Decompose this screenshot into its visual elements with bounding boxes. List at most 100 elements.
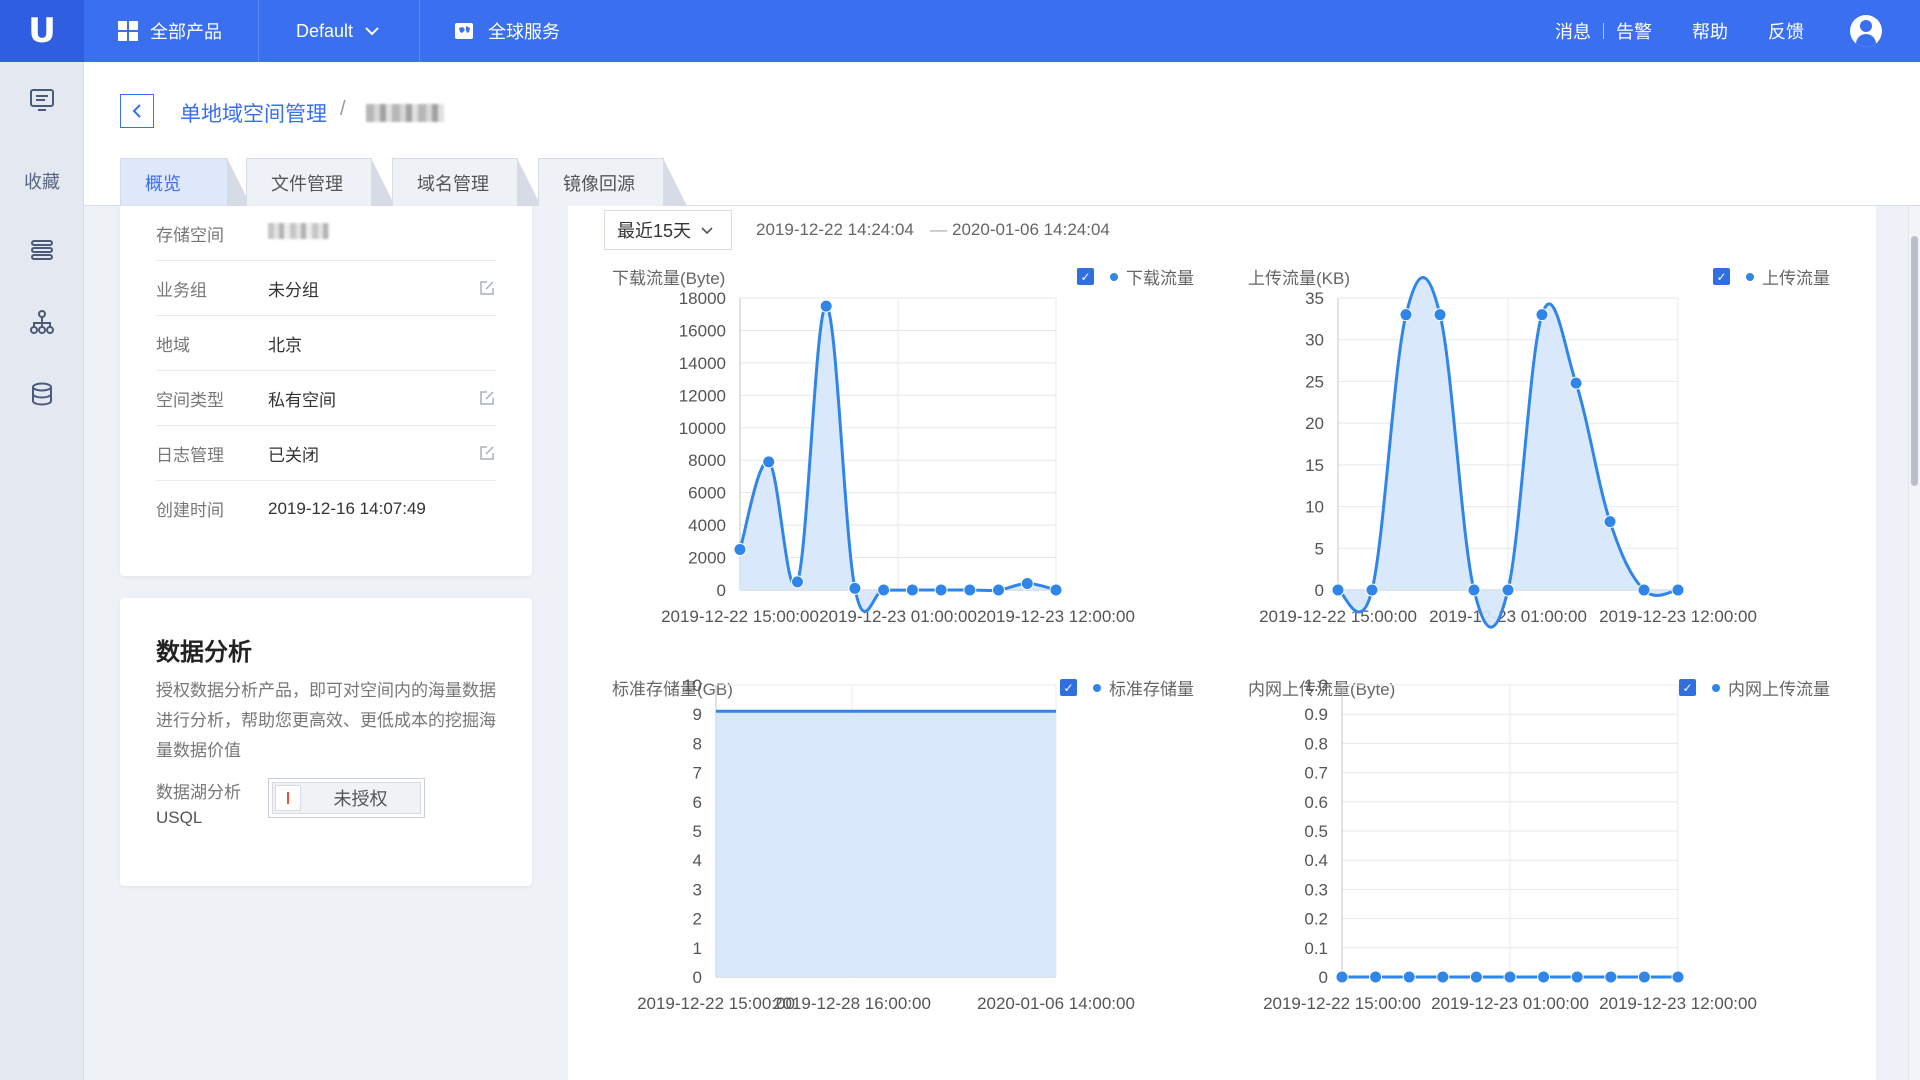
time-range-select[interactable]: 最近15天 <box>604 210 732 250</box>
toggle-text: 未授权 <box>333 789 388 809</box>
info-label: 地域 <box>156 335 190 355</box>
x-tick-label: 2019-12-23 12:00:00 <box>977 607 1135 626</box>
info-row-space-type: 空间类型 私有空间 <box>156 371 496 426</box>
space-info-card: 存储空间 业务组 未分组 地域 北京 空间类型 私有空间 日志管理 已关闭 创建… <box>120 206 532 576</box>
data-point <box>1537 970 1551 984</box>
vertical-scrollbar[interactable] <box>1908 206 1920 1080</box>
chevron-down-icon <box>365 23 379 39</box>
data-point <box>905 583 919 597</box>
top-right-nav: 消息 告警 帮助 反馈 <box>1555 0 1920 62</box>
y-tick-label: 0.4 <box>1304 851 1328 870</box>
y-tick-label: 14000 <box>679 354 726 373</box>
y-tick-label: 20 <box>1305 414 1324 433</box>
chart-svg: 0 5 10 15 20 25 30 35 2019-12-22 15:00:00 2019-12… <box>1259 276 1757 629</box>
y-tick-label: 0.2 <box>1304 910 1328 929</box>
tab-file-management[interactable]: 文件管理 <box>246 158 395 206</box>
project-selector[interactable]: Default <box>260 0 420 62</box>
scrollbar-thumb[interactable] <box>1911 236 1918 486</box>
monitor-icon[interactable] <box>28 86 56 114</box>
feedback-link[interactable]: 反馈 <box>1768 18 1804 44</box>
y-tick-label: 0.9 <box>1304 705 1328 724</box>
user-avatar-icon[interactable] <box>1850 15 1882 47</box>
breadcrumb-current-redacted <box>366 104 444 122</box>
info-row-bucket: 存储空间 <box>156 206 496 261</box>
x-tick-label: 2019-12-22 15:00:00 <box>661 607 819 626</box>
info-label: 创建时间 <box>156 501 224 520</box>
y-tick-label: 1.0 <box>1304 676 1328 695</box>
data-point <box>1369 970 1383 984</box>
hierarchy-icon[interactable] <box>28 308 56 336</box>
tab-domain-management[interactable]: 域名管理 <box>392 158 541 206</box>
y-tick-label: 8000 <box>688 451 726 470</box>
favorites-link[interactable]: 收藏 <box>0 168 84 194</box>
y-tick-label: 16000 <box>679 321 726 340</box>
series-area <box>716 711 1056 977</box>
y-tick-label: 0.7 <box>1304 764 1328 783</box>
data-point <box>1331 583 1345 597</box>
data-point <box>1399 308 1413 322</box>
info-row-log: 日志管理 已关闭 <box>156 426 496 481</box>
range-end-time: 2020-01-06 14:24:04 <box>952 220 1110 239</box>
data-point <box>1469 970 1483 984</box>
x-tick-label: 2019-12-23 01:00:00 <box>1429 607 1587 626</box>
data-point <box>1049 583 1063 597</box>
data-point <box>1535 308 1549 322</box>
breadcrumb-parent-link[interactable]: 单地域空间管理 <box>180 98 327 128</box>
tab-overview[interactable]: 概览 <box>120 158 251 206</box>
y-tick-label: 0 <box>717 581 726 600</box>
data-point <box>1671 583 1685 597</box>
data-point <box>1569 376 1583 390</box>
edit-icon[interactable] <box>478 279 496 297</box>
chart-intranet-upload: 内网上传流量(Byte) ✓ 内网上传流量 0 0.1 0.2 0.3 0.4 0.5 0.… <box>1248 675 1830 1075</box>
analysis-description: 授权数据分析产品，即可对空间内的海量数据进行分析，帮助您更高效、更低成本的挖掘海… <box>156 681 496 760</box>
data-point <box>877 583 891 597</box>
data-point <box>1503 970 1517 984</box>
data-point <box>1467 583 1481 597</box>
x-tick-label: 2019-12-23 12:00:00 <box>1599 994 1757 1013</box>
y-tick-label: 10000 <box>679 419 726 438</box>
alarms-link[interactable]: 告警 <box>1616 18 1652 44</box>
range-start-time: 2019-12-22 14:24:04 <box>756 220 914 239</box>
list-stack-icon[interactable] <box>28 236 56 264</box>
x-tick-label: 2020-01-06 14:00:00 <box>977 994 1135 1013</box>
info-value: 未分组 <box>268 280 319 300</box>
authorize-toggle[interactable]: 未授权 <box>268 778 425 818</box>
y-tick-label: 15 <box>1305 456 1324 475</box>
data-point <box>733 542 747 556</box>
y-tick-label: 0.3 <box>1304 880 1328 899</box>
logo-text: U <box>28 11 56 51</box>
back-button[interactable] <box>120 94 154 128</box>
chevron-down-icon <box>701 223 713 238</box>
data-point <box>1365 583 1379 597</box>
database-icon[interactable] <box>28 380 56 408</box>
messages-link[interactable]: 消息 <box>1555 18 1591 44</box>
y-tick-label: 4 <box>693 851 702 870</box>
info-label: 空间类型 <box>156 390 224 410</box>
x-tick-label: 2019-12-23 01:00:00 <box>819 607 977 626</box>
data-point <box>1570 970 1584 984</box>
y-tick-label: 7 <box>693 764 702 783</box>
data-point <box>992 583 1006 597</box>
chart-standard-storage: 标准存储量(GB) ✓ 标准存储量 0 1 2 3 4 5 6 7 8 9 10 2019-12-22… <box>612 675 1194 1075</box>
edit-icon[interactable] <box>478 444 496 462</box>
all-products-menu[interactable]: 全部产品 <box>84 0 259 62</box>
ucloud-logo[interactable]: U <box>0 0 84 62</box>
y-tick-label: 2 <box>693 910 702 929</box>
help-link[interactable]: 帮助 <box>1692 18 1728 44</box>
top-bar: U 全部产品 Default 全球服务 消息 告警 帮助 反馈 <box>0 0 1920 62</box>
data-point <box>819 299 833 313</box>
breadcrumb-separator: / <box>340 98 346 120</box>
global-services-menu[interactable]: 全球服务 <box>420 0 600 62</box>
monitoring-panel: 最近15天 2019-12-22 14:24:04 — 2020-01-06 1… <box>568 206 1876 1080</box>
data-point <box>1603 515 1617 529</box>
data-point <box>790 575 804 589</box>
y-tick-label: 6 <box>693 793 702 812</box>
info-value <box>268 222 496 244</box>
tab-mirror-origin[interactable]: 镜像回源 <box>538 158 687 206</box>
toggle-track: 未授权 <box>272 782 421 814</box>
edit-icon[interactable] <box>478 389 496 407</box>
chart-svg: 0 0.1 0.2 0.3 0.4 0.5 0.6 0.7 0.8 0.9 1.0 2019-12-2… <box>1263 676 1757 1013</box>
data-point <box>1020 577 1034 591</box>
y-tick-label: 4000 <box>688 516 726 535</box>
info-label: 业务组 <box>156 280 207 300</box>
